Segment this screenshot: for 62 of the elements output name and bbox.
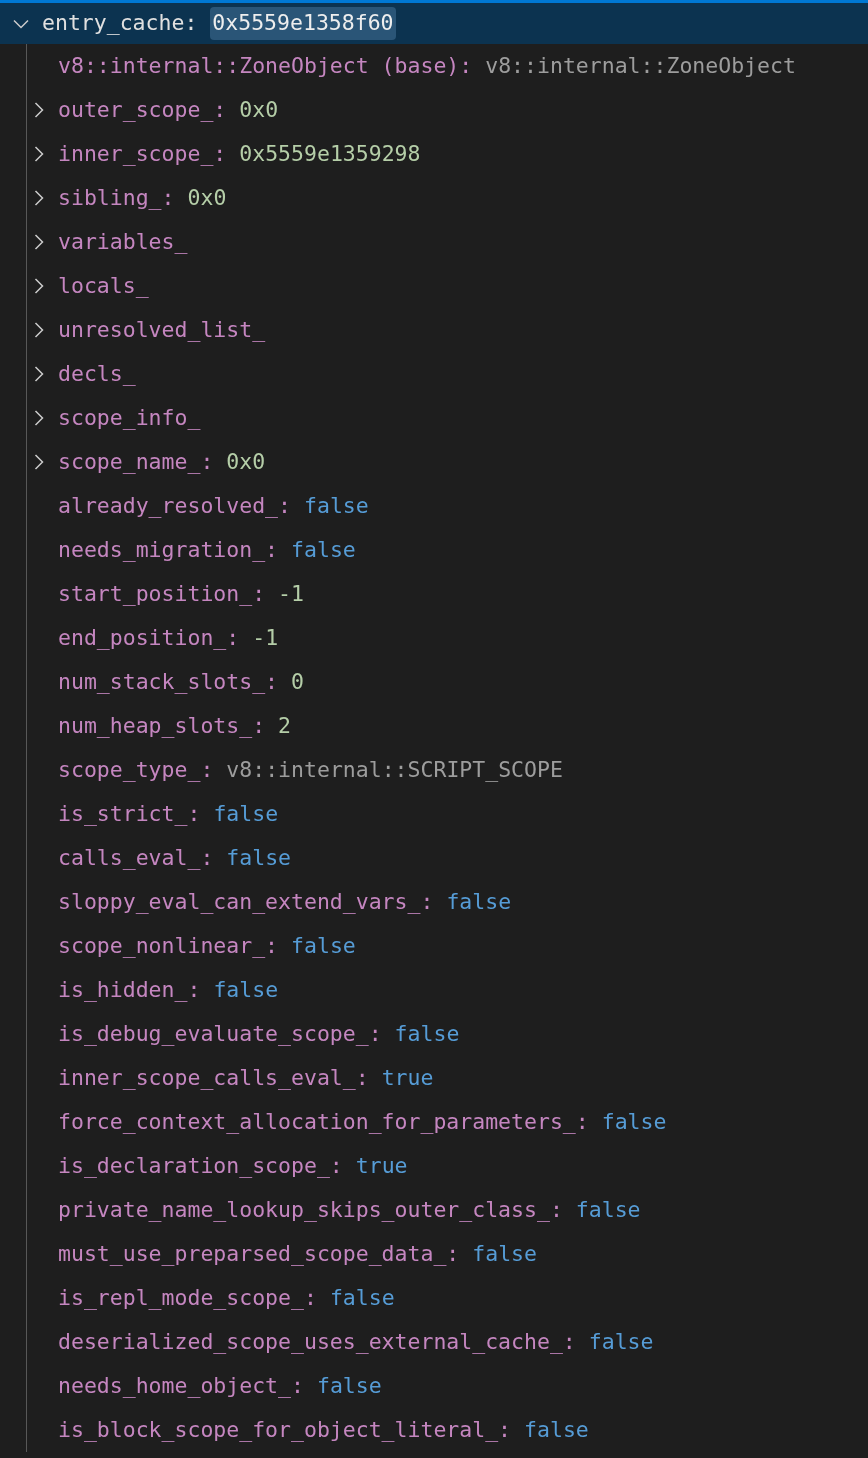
- variable-value: 0: [291, 667, 304, 696]
- variable-value: false: [213, 799, 279, 828]
- variable-value: false: [601, 1107, 667, 1136]
- variable-value: false: [291, 931, 356, 960]
- tree-row[interactable]: entry_cache: 0x5559e1358f60: [0, 0, 868, 44]
- variable-name: must_use_preparsed_scope_data_:: [58, 1239, 460, 1268]
- variable-value: 2: [278, 711, 292, 740]
- variable-value: 0x5559e1358f60: [210, 7, 396, 40]
- variable-value: false: [394, 1019, 460, 1048]
- variable-value: false: [446, 887, 512, 916]
- variable-name: is_debug_evaluate_scope_:: [58, 1019, 382, 1048]
- variable-value: 0x5559e1359298: [239, 139, 421, 168]
- variable-name: scope_info_: [58, 403, 201, 432]
- variable-value: 0x0: [187, 183, 227, 212]
- variable-name: sloppy_eval_can_extend_vars_:: [58, 887, 434, 916]
- variable-name: v8::internal::ZoneObject (base):: [58, 51, 473, 80]
- variable-name: variables_: [58, 227, 188, 256]
- variable-value: 0x0: [239, 95, 279, 124]
- variable-name: private_name_lookup_skips_outer_class_:: [58, 1195, 563, 1224]
- variable-value: false: [329, 1283, 395, 1312]
- variable-name: inner_scope_calls_eval_:: [58, 1063, 369, 1092]
- variable-name: scope_type_:: [58, 755, 214, 784]
- variable-name: already_resolved_:: [58, 491, 291, 520]
- variable-value: false: [472, 1239, 537, 1268]
- variable-value: -1: [252, 623, 279, 652]
- variable-value: -1: [278, 579, 304, 608]
- variable-name: entry_cache:: [42, 9, 198, 38]
- variable-value: false: [213, 975, 279, 1004]
- variable-name: needs_migration_:: [58, 535, 279, 564]
- variable-name: sibling_:: [58, 183, 175, 212]
- variable-name: num_heap_slots_:: [58, 711, 266, 740]
- variable-value: false: [575, 1195, 641, 1224]
- variable-name: decls_: [58, 359, 136, 388]
- variable-value: false: [524, 1415, 589, 1444]
- variable-name: unresolved_list_: [58, 315, 266, 344]
- variable-name: scope_nonlinear_:: [58, 931, 279, 960]
- variable-value: true: [355, 1151, 408, 1180]
- variable-name: is_strict_:: [58, 799, 201, 828]
- variable-value: 0x0: [226, 447, 266, 476]
- variable-name: is_repl_mode_scope_:: [58, 1283, 317, 1312]
- variable-name: num_stack_slots_:: [58, 667, 279, 696]
- variable-name: is_block_scope_for_object_literal_:: [58, 1415, 512, 1444]
- variable-value: false: [588, 1327, 654, 1356]
- variable-name: scope_name_:: [58, 447, 214, 476]
- variable-name: outer_scope_:: [58, 95, 227, 124]
- variable-value: v8::internal::ZoneObject: [485, 51, 796, 80]
- variable-name: needs_home_object_:: [58, 1371, 304, 1400]
- variable-value: true: [381, 1063, 434, 1092]
- variable-name: locals_: [58, 271, 149, 300]
- variable-name: is_hidden_:: [58, 975, 201, 1004]
- variable-value: false: [226, 843, 292, 872]
- variable-name: force_context_allocation_for_parameters_:: [58, 1107, 589, 1136]
- variable-value: false: [291, 535, 356, 564]
- variable-name: end_position_:: [58, 623, 240, 652]
- variable-name: deserialized_scope_uses_external_cache_:: [58, 1327, 576, 1356]
- variable-name: inner_scope_:: [58, 139, 227, 168]
- variable-value: false: [316, 1371, 382, 1400]
- variable-name: calls_eval_:: [58, 843, 214, 872]
- variable-name: start_position_:: [58, 579, 266, 608]
- variable-name: is_declaration_scope_:: [58, 1151, 343, 1180]
- variable-value: v8::internal::SCRIPT_SCOPE: [226, 755, 563, 784]
- variable-value: false: [304, 491, 369, 520]
